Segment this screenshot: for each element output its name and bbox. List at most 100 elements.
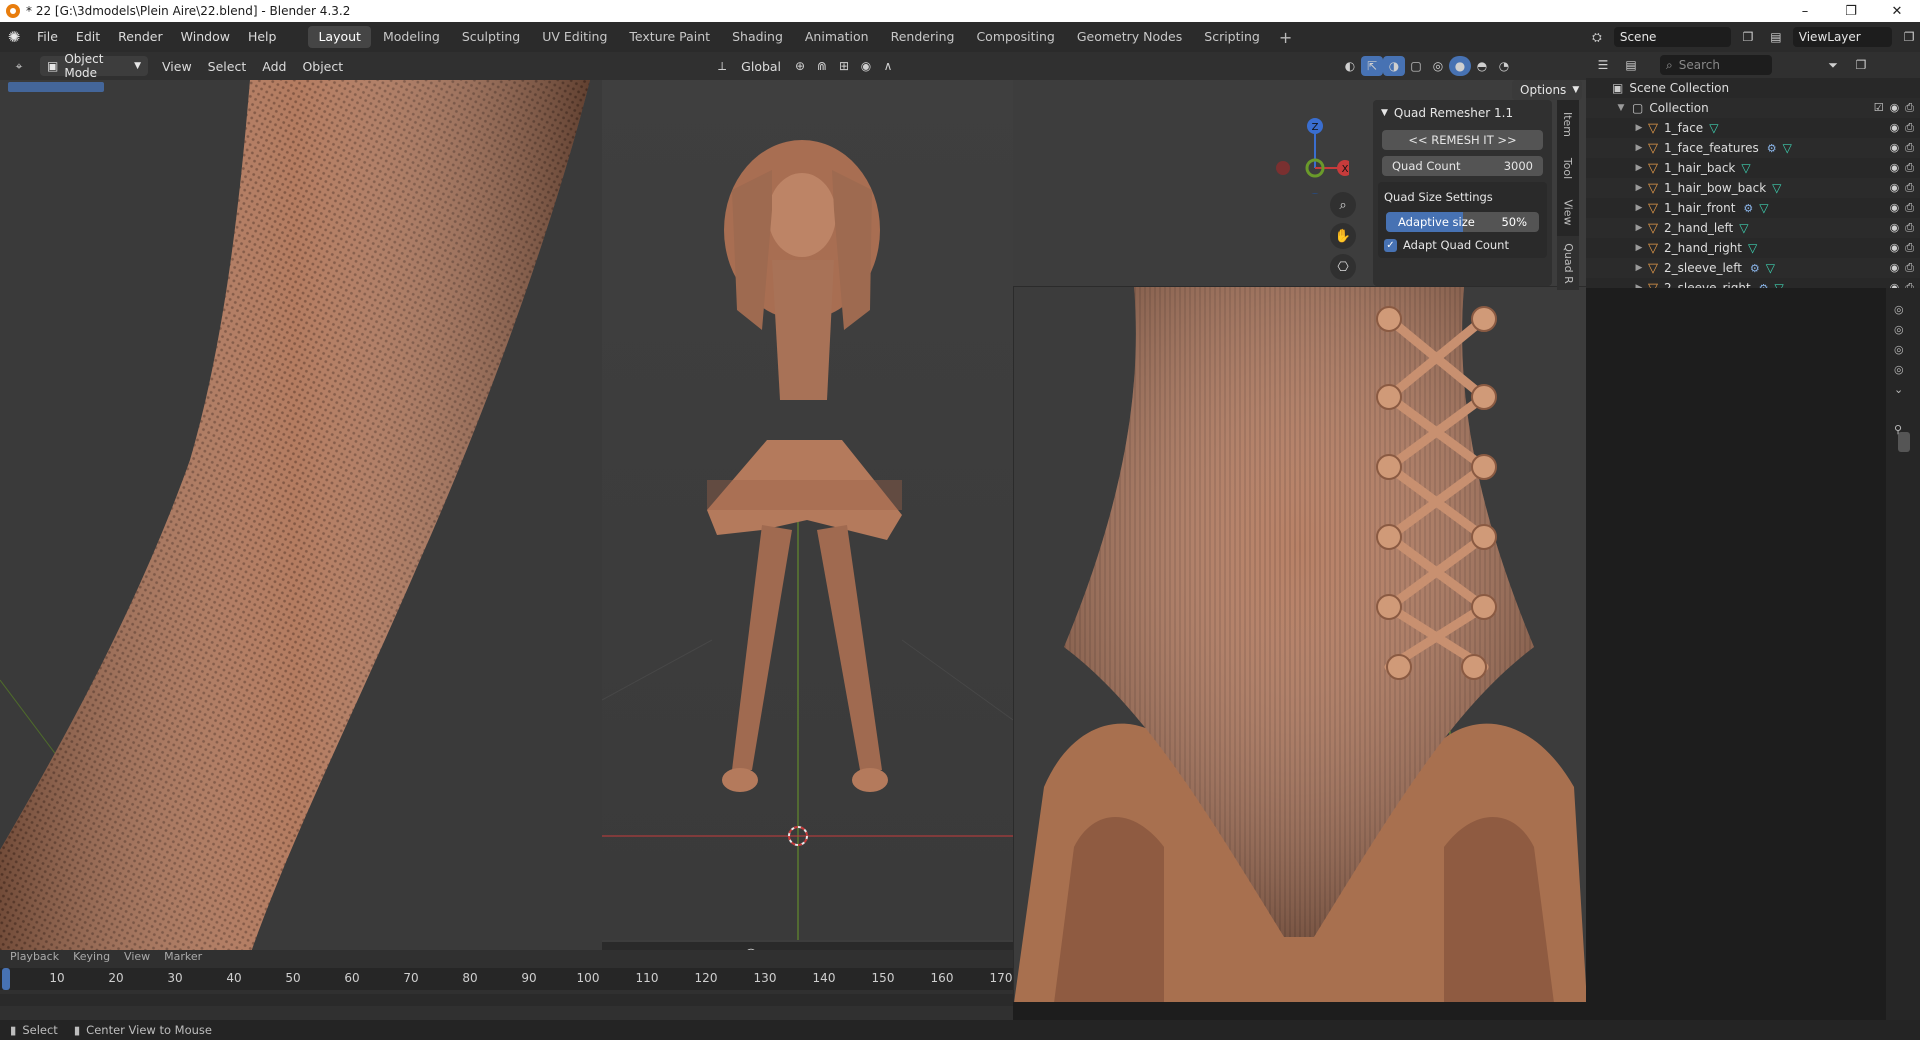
viewlayer-field[interactable]: ViewLayer: [1792, 27, 1893, 47]
outliner-search-input[interactable]: ⌕ Search: [1660, 55, 1772, 75]
outliner-object-row[interactable]: ▶ ▽ 2_hand_right ▽ ◉ ⎙: [1586, 238, 1920, 258]
outliner-object-row[interactable]: ▶ ▽ 1_face ▽ ◉ ⎙: [1586, 118, 1920, 138]
tab-compositing[interactable]: Compositing: [966, 26, 1064, 48]
camera-icon[interactable]: ⎙: [1905, 101, 1914, 115]
outliner-object-row[interactable]: ▶ ▽ 1_face_features ⚙ ▽ ◉ ⎙: [1586, 138, 1920, 158]
properties-tab-icons[interactable]: ◎ ◎ ◎ ◎ ⌄ ⚲: [1894, 300, 1904, 440]
eye-icon[interactable]: ◉: [1890, 121, 1900, 135]
menu-edit[interactable]: Edit: [67, 22, 109, 52]
editor-type-icon[interactable]: ⌖: [8, 56, 30, 76]
snap-target-icon[interactable]: ⊞: [833, 56, 855, 76]
chevron-right-icon[interactable]: ▶: [1634, 223, 1644, 233]
panel-header[interactable]: ▼ Quad Remesher 1.1: [1373, 100, 1552, 126]
pivot-icon[interactable]: ⊕: [789, 56, 811, 76]
outliner-object-row[interactable]: ▶ ▽ 2_sleeve_right ⚙ ▽ ◉ ⎙: [1586, 278, 1920, 289]
3d-viewport[interactable]: Options ▼ Z X ⌕ ✋ ⎔ ▼ Quad Remesher 1.1 <…: [0, 80, 1586, 1002]
outliner-object-row[interactable]: ▶ ▽ 1_hair_front ⚙ ▽ ◉ ⎙: [1586, 198, 1920, 218]
tab-view[interactable]: View: [1557, 192, 1579, 232]
camera-icon[interactable]: ⎙: [1905, 241, 1914, 255]
tab-geometry-nodes[interactable]: Geometry Nodes: [1067, 26, 1192, 48]
tab-texture-paint[interactable]: Texture Paint: [619, 26, 720, 48]
chevron-right-icon[interactable]: ▶: [1634, 243, 1644, 253]
display-mode-icon[interactable]: ▤: [1620, 55, 1642, 75]
eye-icon[interactable]: ◉: [1890, 241, 1900, 255]
remesh-button[interactable]: << REMESH IT >>: [1382, 130, 1543, 150]
outliner-object-row[interactable]: ▶ ▽ 1_hair_back ▽ ◉ ⎙: [1586, 158, 1920, 178]
tab-layout[interactable]: Layout: [308, 26, 371, 48]
menu-object[interactable]: Object: [294, 59, 351, 74]
timeline-menu-marker[interactable]: Marker: [164, 950, 202, 963]
collection-row[interactable]: ▼ ▢ Collection ☑ ◉ ⎙: [1586, 98, 1920, 118]
blender-menu-icon[interactable]: ✺: [0, 22, 28, 52]
eye-icon[interactable]: ◉: [1890, 261, 1900, 275]
menu-window[interactable]: Window: [172, 22, 239, 52]
tab-scripting[interactable]: Scripting: [1194, 26, 1270, 48]
gizmo-toggle-icon[interactable]: ⇱: [1361, 56, 1384, 76]
proportional-edit-icon[interactable]: ◉: [855, 56, 877, 76]
close-button[interactable]: ✕: [1874, 0, 1920, 22]
new-viewlayer-icon[interactable]: ❐: [1898, 27, 1920, 47]
xray-icon[interactable]: ▢: [1405, 56, 1427, 76]
eye-icon[interactable]: ◉: [1890, 161, 1900, 175]
timeline-editor[interactable]: Playback Keying View Marker 10 20 30 40 50 60…: [0, 950, 1013, 1022]
tab-uv-editing[interactable]: UV Editing: [532, 26, 617, 48]
eye-icon[interactable]: ◉: [1890, 201, 1900, 215]
camera-icon[interactable]: ⎙: [1905, 121, 1914, 135]
eye-icon[interactable]: ◉: [1890, 181, 1900, 195]
timeline-menu-keying[interactable]: Keying: [73, 950, 110, 963]
rendered-shading-icon[interactable]: ◔: [1493, 56, 1515, 76]
chevron-right-icon[interactable]: ▶: [1634, 183, 1644, 193]
viewlayer-icon[interactable]: ▤: [1765, 27, 1787, 47]
menu-file[interactable]: File: [28, 22, 67, 52]
frame-ruler[interactable]: 10 20 30 40 50 60 70 80 90 100 110 120 130 140 150 160 1…: [0, 968, 1013, 990]
pan-hand-icon[interactable]: ✋: [1330, 223, 1356, 249]
new-scene-icon[interactable]: ❐: [1737, 27, 1759, 47]
overlay-toggle-icon[interactable]: ◑: [1383, 56, 1406, 76]
chevron-right-icon[interactable]: ▶: [1634, 203, 1644, 213]
outliner-editor-icon[interactable]: ☰: [1592, 55, 1614, 75]
filter-icon[interactable]: ⏷: [1822, 55, 1844, 75]
menu-select[interactable]: Select: [200, 59, 255, 74]
new-collection-icon[interactable]: ❐: [1850, 55, 1872, 75]
eye-icon[interactable]: ◉: [1890, 221, 1900, 235]
transform-orientation-icon[interactable]: ⟂: [711, 56, 733, 76]
visibility-icon[interactable]: ◐: [1339, 56, 1361, 76]
camera-icon[interactable]: ⎙: [1905, 281, 1914, 288]
solid-shading-icon[interactable]: ●: [1449, 56, 1472, 76]
material-shading-icon[interactable]: ◓: [1471, 56, 1493, 76]
adapt-quad-count-checkbox[interactable]: ✓ Adapt Quad Count: [1378, 236, 1547, 254]
tab-quad-remesher[interactable]: Quad R: [1557, 236, 1579, 290]
chevron-right-icon[interactable]: ▶: [1634, 143, 1644, 153]
camera-icon[interactable]: ⎙: [1905, 221, 1914, 235]
options-dropdown[interactable]: Options ▼: [1512, 80, 1582, 100]
chevron-right-icon[interactable]: ▶: [1634, 163, 1644, 173]
scene-field[interactable]: Scene: [1613, 27, 1732, 47]
orientation-dropdown[interactable]: Global: [733, 59, 789, 74]
chevron-right-icon[interactable]: ▶: [1634, 283, 1644, 288]
camera-icon[interactable]: ⎙: [1905, 201, 1914, 215]
camera-view-icon[interactable]: ⎔: [1330, 254, 1356, 280]
tab-sculpting[interactable]: Sculpting: [452, 26, 530, 48]
wireframe-shading-icon[interactable]: ◎: [1427, 56, 1449, 76]
camera-icon[interactable]: ⎙: [1905, 141, 1914, 155]
adaptive-size-slider[interactable]: Adaptive size 50%: [1386, 212, 1539, 232]
snap-icon[interactable]: ⋒: [811, 56, 833, 76]
outliner-object-row[interactable]: ▶ ▽ 2_hand_left ▽ ◉ ⎙: [1586, 218, 1920, 238]
zoom-icon[interactable]: ⌕: [1330, 192, 1356, 218]
tab-tool[interactable]: Tool: [1557, 148, 1579, 188]
timeline-menu-view[interactable]: View: [124, 950, 150, 963]
menu-view[interactable]: View: [154, 59, 200, 74]
tab-rendering[interactable]: Rendering: [881, 26, 965, 48]
menu-render[interactable]: Render: [109, 22, 172, 52]
menu-add[interactable]: Add: [254, 59, 294, 74]
mode-dropdown[interactable]: ▣ Object Mode ▼: [40, 52, 148, 80]
eye-icon[interactable]: ◉: [1890, 101, 1900, 115]
tab-shading[interactable]: Shading: [722, 26, 793, 48]
tab-modeling[interactable]: Modeling: [373, 26, 450, 48]
chevron-down-icon[interactable]: ▼: [1616, 103, 1626, 113]
outliner-object-row[interactable]: ▶ ▽ 1_hair_bow_back ▽ ◉ ⎙: [1586, 178, 1920, 198]
camera-icon[interactable]: ⎙: [1905, 261, 1914, 275]
tab-animation[interactable]: Animation: [795, 26, 879, 48]
quad-count-field[interactable]: Quad Count 3000: [1382, 156, 1543, 176]
falloff-icon[interactable]: ∧: [877, 56, 899, 76]
